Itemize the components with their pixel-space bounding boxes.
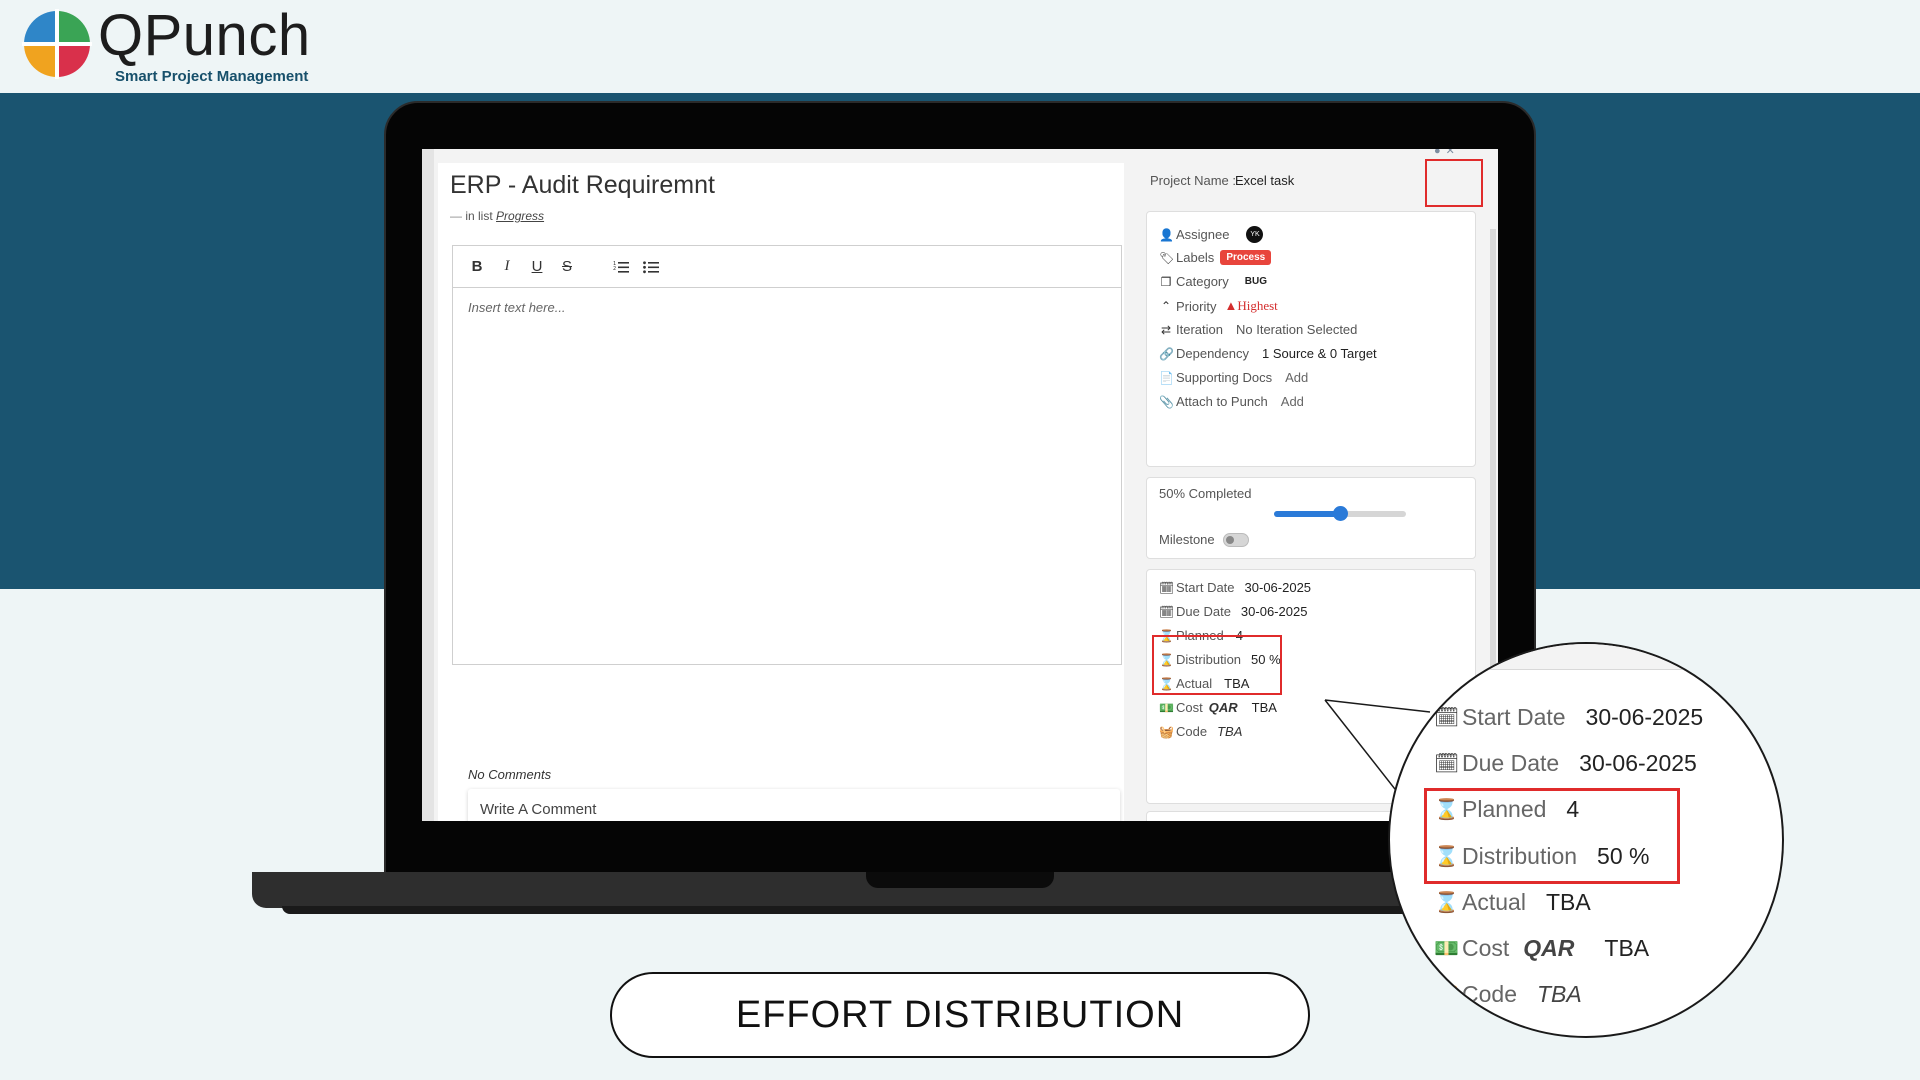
basket-icon: 🧺 — [1159, 724, 1174, 739]
task-properties-card: 👤 Assignee YK 🏷 Labels Process ❒ Categor… — [1146, 211, 1476, 467]
lens-start-date-row: 🗓 Start Date 30-06-2025 — [1434, 704, 1704, 730]
category-row[interactable]: ❒ Category BUG — [1159, 274, 1267, 289]
code-value[interactable]: TBA — [1217, 724, 1242, 739]
dependency-row[interactable]: 🔗 Dependency 1 Source & 0 Target — [1159, 346, 1377, 361]
calendar-check-icon: 🗓 — [1434, 707, 1460, 729]
progress-slider[interactable] — [1274, 506, 1406, 521]
strikethrough-icon[interactable]: S — [557, 255, 577, 279]
cost-row[interactable]: 💵 Cost QAR TBA — [1159, 700, 1277, 715]
basket-icon: 🧺 — [1434, 984, 1459, 1006]
label-chip-process[interactable]: Process — [1220, 250, 1272, 265]
user-icon: 👤 — [1159, 227, 1174, 242]
milestone-toggle[interactable] — [1222, 532, 1249, 547]
bold-icon[interactable]: B — [467, 255, 487, 279]
editor-placeholder[interactable]: Insert text here... — [468, 300, 566, 315]
qpunch-logo-icon — [22, 9, 92, 79]
assignee-avatar[interactable]: YK — [1246, 226, 1264, 243]
completed-row: 50% Completed — [1159, 486, 1265, 501]
money-icon: 💵 — [1159, 700, 1174, 715]
double-chevron-up-icon: ⌃ — [1160, 299, 1172, 313]
description-editor: B I U S 12 Insert text here... — [452, 245, 1122, 665]
priority-value: ▲Highest — [1224, 298, 1278, 313]
highlight-box-effort — [1152, 635, 1282, 695]
supporting-docs-row[interactable]: 📄 Supporting Docs Add — [1159, 370, 1308, 385]
assignee-row[interactable]: 👤 Assignee YK — [1159, 226, 1264, 243]
code-row[interactable]: 🧺 Code TBA — [1159, 724, 1242, 739]
progress-slider-fill — [1274, 511, 1340, 517]
link-icon: 🔗 — [1159, 346, 1174, 361]
underline-icon[interactable]: U — [527, 255, 547, 279]
window-controls: ●✕ — [1434, 149, 1460, 157]
list-link[interactable]: Progress — [496, 209, 544, 223]
due-date-row[interactable]: 🗓 Due Date 30-06-2025 — [1159, 604, 1307, 619]
start-date-row[interactable]: 🗓 Start Date 30-06-2025 — [1159, 580, 1311, 595]
lens-code-row: 🧺 Code TBA — [1434, 981, 1582, 1007]
cost-currency: QAR — [1208, 700, 1238, 715]
laptop-screen: ERP - Audit Requiremnt — in list Progres… — [422, 149, 1498, 821]
progress-slider-thumb[interactable] — [1333, 506, 1348, 521]
attach-add[interactable]: Add — [1281, 394, 1304, 409]
bullet-list-icon[interactable] — [641, 255, 661, 279]
comment-placeholder: Write A Comment — [480, 801, 597, 818]
attach-row[interactable]: 📎 Attach to Punch Add — [1159, 394, 1304, 409]
milestone-label: Milestone — [1159, 532, 1215, 547]
info-icon[interactable]: ● — [1434, 149, 1446, 157]
highlight-box-top — [1425, 159, 1483, 207]
no-comments-label: No Comments — [468, 767, 552, 782]
project-name-label: Project Name : — [1150, 173, 1236, 188]
task-title[interactable]: ERP - Audit Requiremnt — [450, 171, 715, 200]
lens-actual-row: ⌛ Actual TBA — [1434, 889, 1591, 915]
refresh-icon: ⇄ — [1160, 322, 1172, 337]
iteration-row[interactable]: ⇄ Iteration No Iteration Selected — [1159, 322, 1357, 337]
tag-icon: 🏷 — [1159, 250, 1175, 265]
lens-due-date-row: 🗓 Due Date 30-06-2025 — [1434, 750, 1697, 776]
brand-tagline: Smart Project Management — [115, 68, 309, 85]
laptop-notch — [866, 872, 1054, 888]
editor-toolbar: B I U S 12 — [453, 246, 1121, 288]
progress-card: 50% Completed Milestone — [1146, 477, 1476, 559]
svg-text:2: 2 — [613, 266, 616, 272]
iteration-value: No Iteration Selected — [1235, 322, 1358, 337]
project-name-value[interactable]: Excel task — [1235, 173, 1294, 188]
lens-topbar — [1390, 644, 1782, 670]
zoom-lens: 🗓 Start Date 30-06-2025 🗓 Due Date 30-06… — [1388, 642, 1784, 1038]
lens-cost-row: 💵 Cost QAR TBA — [1434, 935, 1650, 961]
calendar-check-icon: 🗓 — [1159, 580, 1175, 595]
ordered-list-icon[interactable]: 12 — [611, 255, 631, 279]
start-date-value[interactable]: 30-06-2025 — [1245, 580, 1312, 595]
cost-value[interactable]: TBA — [1252, 700, 1277, 715]
file-icon: 📄 — [1159, 370, 1174, 385]
in-list-prefix: in list — [465, 209, 493, 223]
dependency-value[interactable]: 1 Source & 0 Target — [1262, 346, 1377, 361]
comment-input[interactable]: Write A Comment — [468, 789, 1120, 821]
cube-icon: ❒ — [1160, 274, 1172, 289]
italic-icon[interactable]: I — [497, 255, 517, 279]
labels-row[interactable]: 🏷 Labels Process — [1159, 250, 1272, 265]
hourglass-icon: ⌛ — [1434, 892, 1459, 914]
brand-name: QPunch — [98, 3, 311, 68]
money-icon: 💵 — [1434, 938, 1459, 960]
screen-left-strip — [422, 149, 434, 821]
due-date-value[interactable]: 30-06-2025 — [1241, 604, 1308, 619]
close-icon[interactable]: ✕ — [1446, 149, 1460, 157]
milestone-row: Milestone — [1159, 532, 1249, 547]
category-value: BUG — [1244, 276, 1267, 287]
task-pane: ERP - Audit Requiremnt — in list Progres… — [438, 163, 1124, 821]
brand-header: QPunch Smart Project Management — [0, 0, 1920, 93]
lens-highlight-box — [1424, 788, 1680, 884]
in-list-breadcrumb: — in list Progress — [450, 209, 545, 223]
priority-row[interactable]: ⌃ Priority ▲Highest — [1159, 298, 1278, 314]
supporting-docs-add[interactable]: Add — [1285, 370, 1308, 385]
caption-pill: EFFORT DISTRIBUTION — [610, 972, 1310, 1058]
paperclip-icon: 📎 — [1159, 394, 1174, 409]
completed-label: 50% Completed — [1159, 486, 1252, 501]
calendar-check-icon: 🗓 — [1159, 604, 1175, 619]
calendar-check-icon: 🗓 — [1434, 753, 1460, 775]
